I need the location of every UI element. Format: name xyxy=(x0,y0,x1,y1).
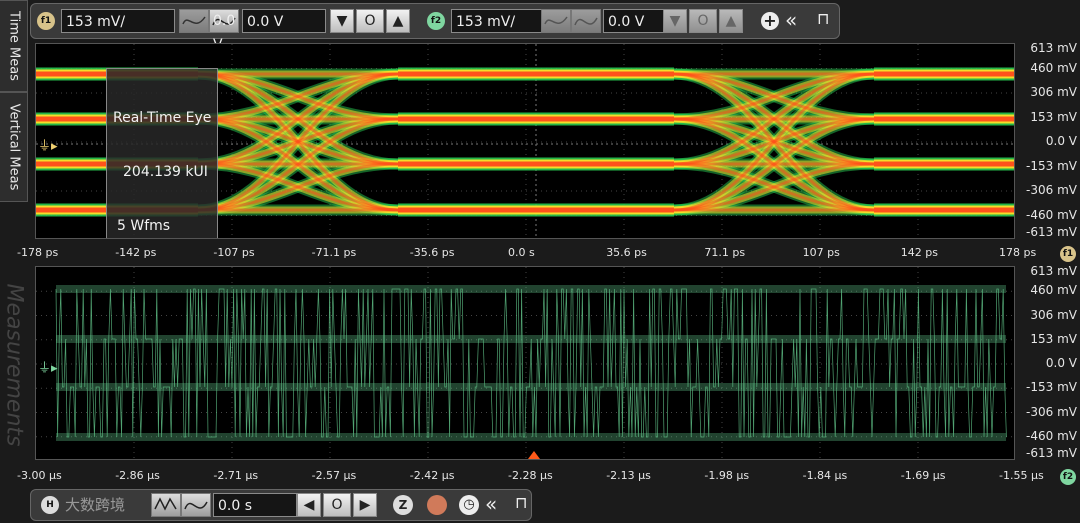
eye-axis-badge: f1 xyxy=(1060,246,1076,262)
eye-info-rate: 204.139 kUI xyxy=(123,164,208,180)
pin-icon[interactable]: ⊓ xyxy=(515,493,527,512)
f1-scale-field[interactable]: 153 mV/ xyxy=(61,9,175,33)
f1-coupling-button[interactable] xyxy=(179,9,209,33)
eye-x-tick-label: 107 ps xyxy=(802,246,840,259)
eye-x-tick-label: -107 ps xyxy=(213,246,255,259)
double-chevron-left-icon[interactable]: « xyxy=(785,8,797,32)
horizontal-wave-button-1[interactable] xyxy=(151,493,181,517)
eye-x-tick-label: 0.0 s xyxy=(508,246,535,259)
wave-icon xyxy=(184,501,208,510)
f2-wave-button[interactable] xyxy=(571,9,601,33)
wave-y-tick-label: -460 mV xyxy=(1026,428,1077,443)
tab-time-meas[interactable]: Time Meas xyxy=(0,0,28,92)
eye-x-tick-label: -35.6 ps xyxy=(409,246,455,259)
pin-icon[interactable]: ⊓ xyxy=(817,9,829,28)
eye-y-axis: 613 mV 460 mV 306 mV 153 mV 0.0 V -153 mV -306… xyxy=(1015,41,1077,239)
wave-ground-marker-icon[interactable]: ⏚▸ xyxy=(38,357,58,376)
eye-y-tick-label: -153 mV xyxy=(1026,158,1077,173)
double-chevron-left-icon[interactable]: « xyxy=(485,492,497,516)
eye-info-wfms: 5 Wfms xyxy=(117,218,171,234)
eye-x-tick-label: -71.1 ps xyxy=(311,246,357,259)
eye-info-box[interactable]: Real-Time Eye 204.139 kUI 5 Wfms xyxy=(106,68,219,238)
eye-y-tick-label: 0.0 V xyxy=(1045,134,1077,148)
horizontal-wave-button-2[interactable] xyxy=(181,493,211,517)
eye-x-tick-label: -178 ps xyxy=(17,246,59,259)
wave-y-tick-label: 153 mV xyxy=(1030,331,1077,346)
f1-badge[interactable]: f1 xyxy=(37,12,55,30)
wave-x-tick-label: -1.55 µs xyxy=(999,469,1044,482)
wave-y-tick-label: 0.0 V xyxy=(1045,356,1077,370)
wave-x-axis: -3.00 µs -2.86 µs -2.71 µs -2.57 µs -2.42 µs… xyxy=(17,469,1055,485)
plus-circle-icon[interactable]: + xyxy=(761,12,779,30)
horizontal-left-button[interactable]: ◀ xyxy=(297,493,321,517)
horizontal-badge[interactable]: H xyxy=(41,496,59,514)
wave-y-tick-label: -153 mV xyxy=(1026,380,1077,395)
tab-time-meas-label: Time Meas xyxy=(6,11,21,81)
eye-x-axis: -178 ps -142 ps -107 ps -71.1 ps -35.6 ps 0.0… xyxy=(17,246,1055,262)
measurements-panel-label: Measurements xyxy=(0,250,28,480)
tab-vertical-meas-label: Vertical Meas xyxy=(6,103,21,191)
wave-x-tick-label: -2.28 µs xyxy=(508,469,553,482)
eye-y-tick-label: 153 mV xyxy=(1030,109,1077,124)
wave-y-tick-label: -613 mV xyxy=(1026,446,1077,460)
eye-diagram-plot[interactable]: Real-Time Eye 204.139 kUI 5 Wfms xyxy=(35,43,1015,239)
f2-badge[interactable]: f2 xyxy=(427,12,445,30)
eye-y-tick-label: 306 mV xyxy=(1030,85,1077,99)
wave-x-tick-label: -1.84 µs xyxy=(802,469,848,482)
wave-x-tick-label: -2.13 µs xyxy=(606,469,651,482)
wave-x-tick-label: -1.69 µs xyxy=(900,469,946,482)
f1-offset-up-button[interactable]: ▲ xyxy=(386,9,410,33)
wave-y-tick-label: 460 mV xyxy=(1030,283,1077,298)
eye-x-tick-label: 178 ps xyxy=(999,246,1037,259)
f2-offset-zero-button[interactable]: O xyxy=(689,9,717,33)
eye-info-title: Real-Time Eye xyxy=(113,110,212,126)
gated-icon[interactable] xyxy=(427,495,447,515)
wave-x-tick-label: -2.71 µs xyxy=(213,469,259,482)
eye-x-tick-label: 71.1 ps xyxy=(704,246,746,259)
f1-offset-zero-button[interactable]: O xyxy=(356,9,384,33)
watermark-logo: 大数跨境 xyxy=(65,496,126,514)
function-toolbar: f1 153 mV/ 0.0 V 0.0 V ▼ O ▲ f2 153 mV/ … xyxy=(30,3,840,53)
zoom-icon[interactable]: Z xyxy=(393,495,413,515)
waveform-svg xyxy=(36,267,1014,459)
eye-ground-marker-icon[interactable]: ⏚▸ xyxy=(38,135,58,154)
wave-x-tick-label: -2.57 µs xyxy=(311,469,357,482)
wave-icon xyxy=(574,17,598,26)
wave-x-tick-label: -2.42 µs xyxy=(409,469,455,482)
wave-axis-badge: f2 xyxy=(1060,469,1076,485)
trigger-position-marker[interactable] xyxy=(528,451,540,459)
eye-x-tick-label: -142 ps xyxy=(115,246,157,259)
eye-y-tick-label: -613 mV xyxy=(1026,225,1077,239)
horizontal-zero-button[interactable]: O xyxy=(323,493,351,517)
eye-y-tick-label: 460 mV xyxy=(1030,60,1077,75)
f2-offset-down-button[interactable]: ▼ xyxy=(663,9,687,33)
wave-icon xyxy=(544,16,568,25)
measurements-label: Measurements xyxy=(1,283,27,447)
wave-y-tick-label: 613 mV xyxy=(1030,264,1077,278)
eye-y-tick-label: 613 mV xyxy=(1030,41,1077,55)
clock-icon[interactable]: ◷ xyxy=(459,495,479,515)
eye-x-tick-label: 142 ps xyxy=(900,246,939,259)
wave-x-tick-label: -3.00 µs xyxy=(17,469,62,482)
horizontal-right-button[interactable]: ▶ xyxy=(353,493,377,517)
wave-icon xyxy=(154,497,177,511)
eye-y-tick-label: -460 mV xyxy=(1026,207,1077,222)
wave-icon xyxy=(182,16,206,25)
f1-offset-down-button[interactable]: ▼ xyxy=(330,9,354,33)
tab-vertical-meas[interactable]: Vertical Meas xyxy=(0,92,28,202)
wave-x-tick-label: -2.86 µs xyxy=(115,469,160,482)
wave-x-tick-label: -1.98 µs xyxy=(704,469,750,482)
f2-coupling-button[interactable] xyxy=(541,9,571,33)
horizontal-toolbar: H 大数跨境 0.0 s ◀ O ▶ Z ◷ « ⊓ xyxy=(30,489,532,521)
wave-y-axis: 613 mV 460 mV 306 mV 153 mV 0.0 V -153 mV -306… xyxy=(1015,264,1077,460)
eye-y-tick-label: -306 mV xyxy=(1026,183,1077,197)
eye-x-tick-label: 35.6 ps xyxy=(606,246,647,259)
wave-y-tick-label: 306 mV xyxy=(1030,307,1077,322)
f2-offset-up-button[interactable]: ▲ xyxy=(719,9,743,33)
horizontal-delay-field[interactable]: 0.0 s xyxy=(213,493,297,517)
waveform-plot[interactable] xyxy=(35,266,1015,460)
wave-y-tick-label: -306 mV xyxy=(1026,404,1077,419)
f1-offset-input[interactable]: 0.0 V xyxy=(242,9,326,33)
